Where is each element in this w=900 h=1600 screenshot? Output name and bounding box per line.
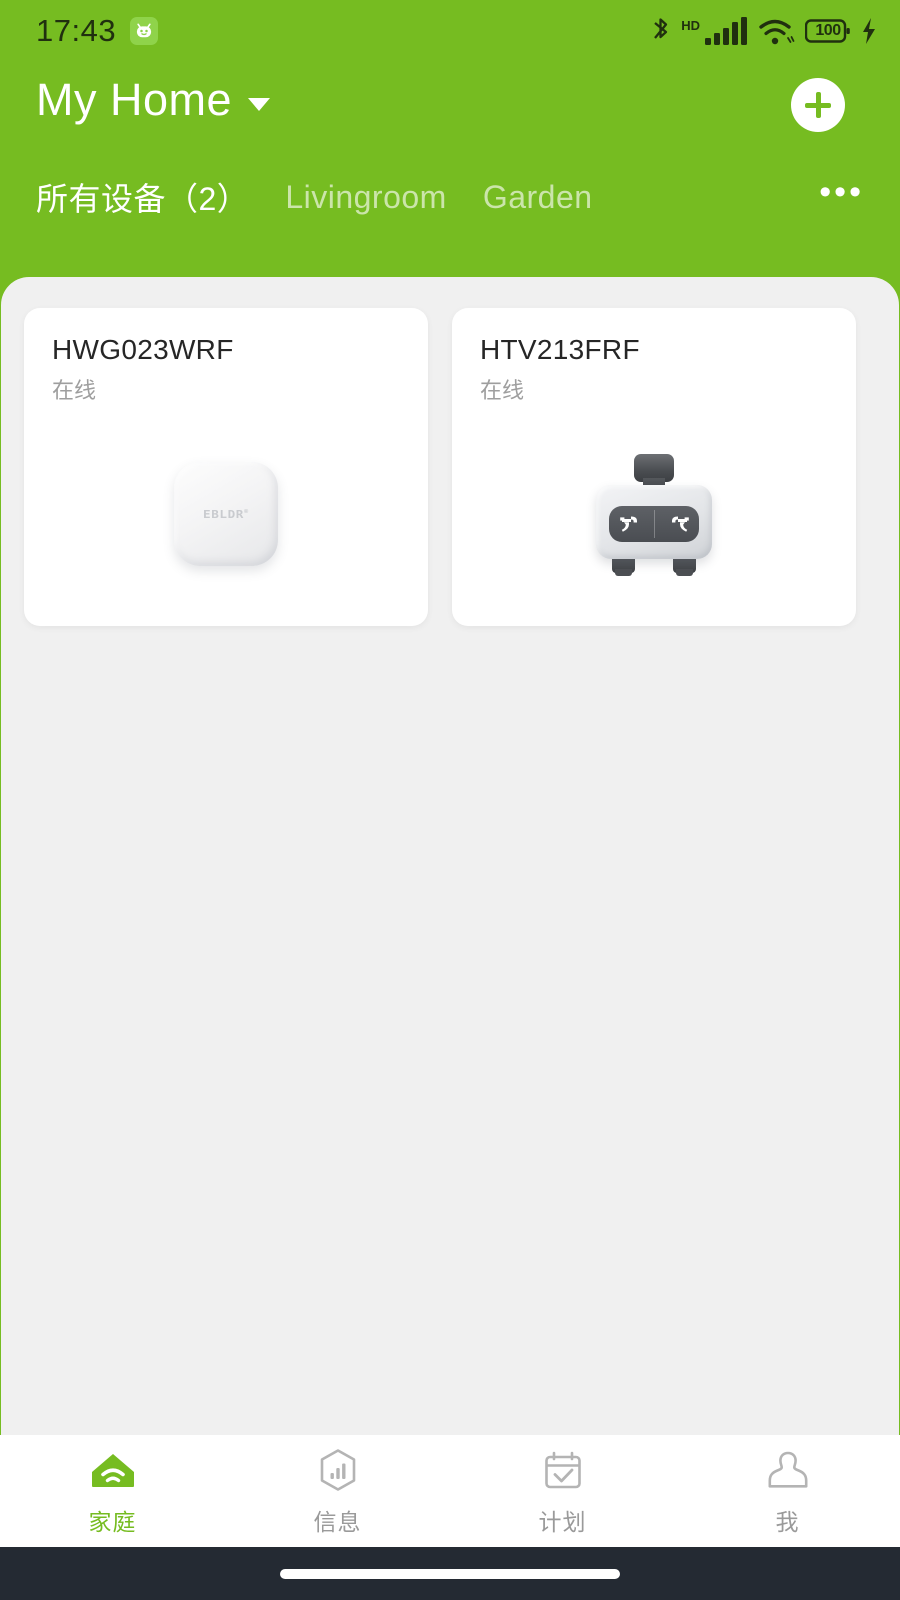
nav-label-info: 信息 [313,1508,362,1535]
device-status: 在线 [52,378,97,403]
battery-icon: 100 [804,18,851,44]
app-root: 17:43 HD 100 My Home 所有设备（2） Livingroom … [0,0,900,1600]
battery-level: 100 [815,22,841,39]
valve-faucet-icon-right [654,506,699,542]
device-panel: HWG023WRF 在线 EBLDR® HTV213FRF 在线 [1,277,899,1435]
gesture-home-pill[interactable] [280,1568,620,1579]
home-wifi-icon [87,1446,139,1494]
charging-bolt-icon [860,17,878,45]
status-bar-time: 17:43 [36,13,117,48]
plus-icon-vertical [815,92,821,118]
chevron-down-icon[interactable] [248,97,271,111]
status-bar-icons: HD 100 [650,16,878,46]
nav-item-home[interactable]: 家庭 [0,1435,225,1547]
android-face-icon [130,17,159,45]
tab-garden[interactable]: Garden [483,179,593,216]
status-bar: 17:43 HD 100 [0,0,900,62]
valve-button-panel [609,506,699,542]
gateway-brand-logo: EBLDR® [203,507,249,521]
wifi-icon [758,16,796,46]
device-image-water-timer [452,454,856,576]
device-card-water-timer[interactable]: HTV213FRF 在线 [452,308,856,626]
device-grid: HWG023WRF 在线 EBLDR® HTV213FRF 在线 [1,277,899,626]
nav-item-profile[interactable]: 我 [675,1435,900,1547]
gateway-device-icon: EBLDR® [174,462,278,566]
signal-bars-icon [705,16,749,46]
valve-body [596,485,712,559]
page-title: My Home [36,74,233,125]
bluetooth-icon [650,16,672,46]
nav-item-info[interactable]: 信息 [225,1435,450,1547]
tab-livingroom[interactable]: Livingroom [285,179,447,216]
room-tabs: 所有设备（2） Livingroom Garden ••• [36,174,864,220]
header: My Home 所有设备（2） Livingroom Garden ••• [0,62,900,277]
nav-label-home: 家庭 [88,1508,137,1535]
device-image-gateway: EBLDR® [24,454,428,574]
valve-inlet-nut [634,454,674,492]
hd-icon: HD [681,17,700,33]
water-valve-device-icon [590,454,718,576]
hexagon-chart-icon [312,1446,364,1494]
device-status: 在线 [480,378,525,403]
calendar-check-icon [537,1446,589,1494]
system-gesture-bar [0,1547,900,1600]
nav-label-schedule: 计划 [538,1508,587,1535]
add-device-button[interactable] [791,78,845,132]
device-name: HWG023WRF [52,334,234,365]
nav-item-schedule[interactable]: 计划 [450,1435,675,1547]
nav-label-profile: 我 [775,1508,800,1535]
device-card-gateway[interactable]: HWG023WRF 在线 EBLDR® [24,308,428,626]
tab-all-devices[interactable]: 所有设备（2） [36,174,249,220]
ellipsis-icon[interactable]: ••• [819,175,864,211]
person-icon [762,1446,814,1494]
home-selector[interactable]: My Home [36,74,271,126]
valve-faucet-icon-left [609,506,654,542]
bottom-navigation: 家庭 信息 计划 我 [0,1435,900,1547]
device-name: HTV213FRF [480,334,640,365]
